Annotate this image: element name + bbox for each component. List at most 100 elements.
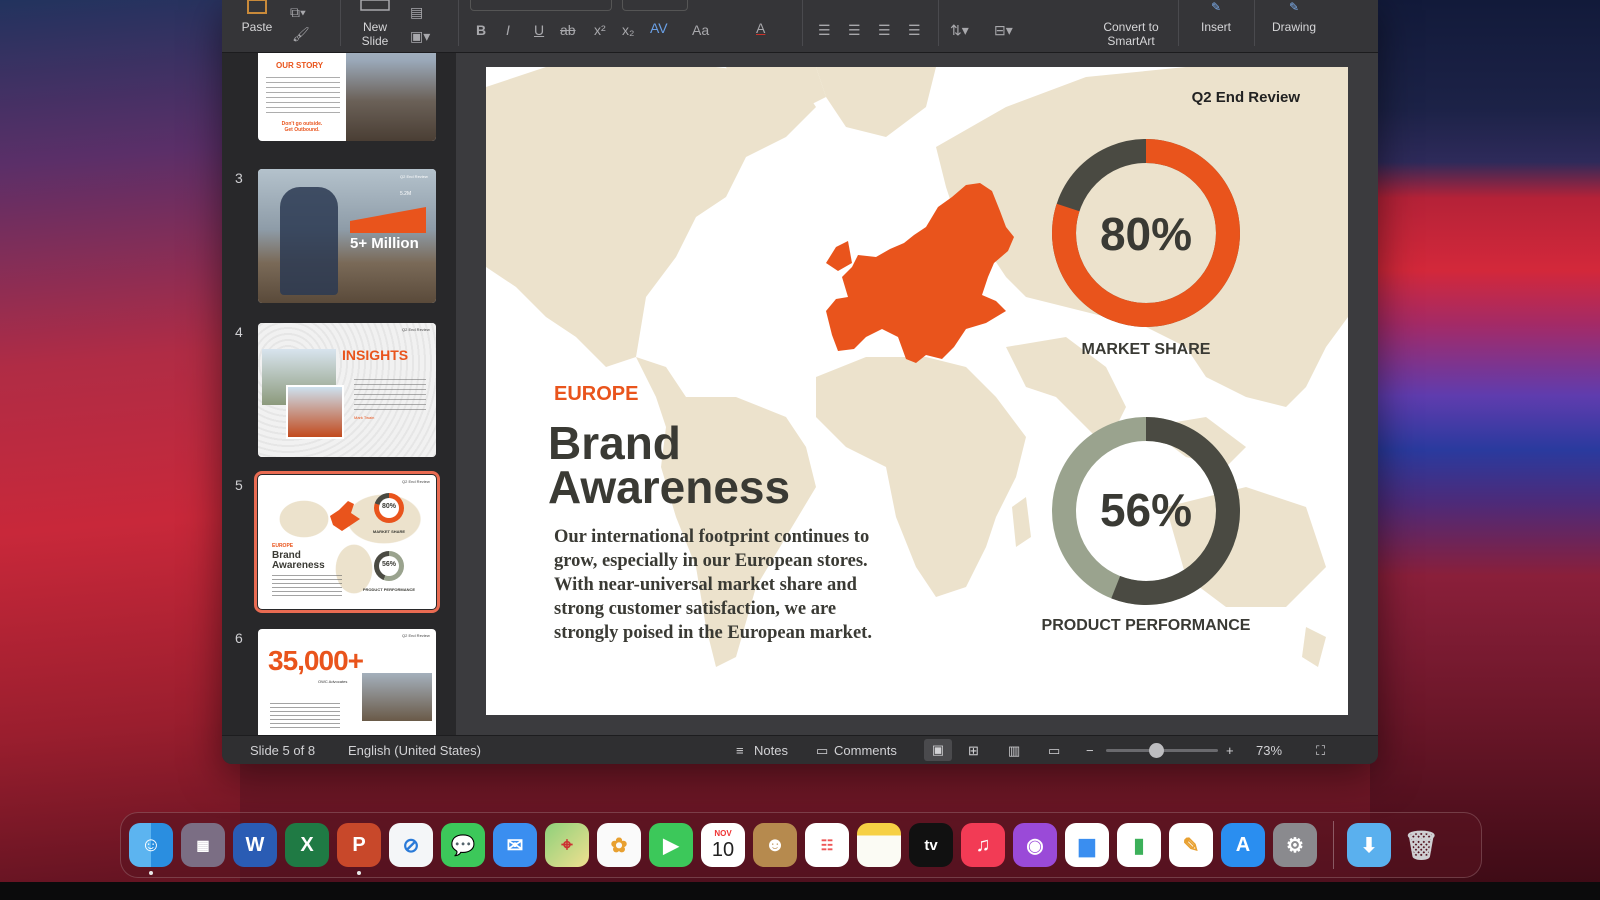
current-slide[interactable]: Q2 End Review EUROPE Brand Awareness Our… <box>486 67 1348 715</box>
cyclist-figure <box>280 187 338 295</box>
convert-to-smartart-button[interactable]: Convert to SmartArt <box>1086 20 1176 48</box>
podcasts-icon[interactable]: ◉ <box>1013 823 1057 867</box>
reminders-icon[interactable]: ☷ <box>805 823 849 867</box>
slide-thumbnail-3[interactable]: 5.2M Q2 End Review 5+ Million <box>258 169 436 303</box>
body-line: With near-universal market share and <box>554 575 857 595</box>
superscript-button[interactable]: x² <box>594 22 606 38</box>
italic-button[interactable]: I <box>506 22 510 38</box>
pages-icon[interactable]: ✎ <box>1169 823 1213 867</box>
notes-button[interactable]: Notes <box>754 743 788 758</box>
paste-button[interactable]: Paste <box>236 20 278 34</box>
normal-view-icon[interactable]: ▣ <box>924 739 952 761</box>
thumb-label-1: MARKET SHARE <box>372 529 406 534</box>
system-preferences-icon[interactable]: ⚙ <box>1273 823 1317 867</box>
thumb-corner: Q2 End Review <box>402 327 430 332</box>
messages-icon[interactable]: 💬 <box>441 823 485 867</box>
new-slide-button[interactable]: New Slide <box>350 20 400 48</box>
slide-body-text: Our international footprint continues to… <box>554 525 872 645</box>
notes-icon[interactable]: ≡ <box>736 743 744 758</box>
slide-thumbnail-5-selected[interactable]: EUROPE Brand Awareness 80% MARKET SHARE … <box>254 471 440 613</box>
slide-thumbnail-pane[interactable]: OUR STORY Don't go outside. Get Outbound… <box>222 53 457 735</box>
slide-number-3: 3 <box>235 170 243 186</box>
align-text-icon[interactable]: ⊟▾ <box>994 22 1013 39</box>
copy-icon[interactable]: ⧉▾ <box>290 4 306 21</box>
strikethrough-button[interactable]: ab <box>560 22 576 38</box>
format-painter-icon[interactable]: 🖌 <box>292 26 310 43</box>
align-center-icon[interactable]: ☰ <box>848 22 861 39</box>
paste-icon[interactable] <box>236 0 278 14</box>
screen-bottom-edge <box>0 882 1600 900</box>
tv-label: tv <box>924 836 938 854</box>
insert-button[interactable]: Insert <box>1188 20 1244 34</box>
character-spacing-button[interactable]: AV <box>650 20 668 36</box>
keynote-icon[interactable]: ▆ <box>1065 823 1109 867</box>
fit-to-window-icon[interactable]: ⛶ <box>1316 743 1325 759</box>
font-size-field[interactable] <box>622 0 688 11</box>
slideshow-icon[interactable]: ▭ <box>1048 743 1060 759</box>
section-icon[interactable]: ▣▾ <box>410 28 430 45</box>
thumb-corner: Q2 End Review <box>400 174 428 179</box>
trash-icon[interactable]: 🗑 <box>1399 823 1443 867</box>
change-case-button[interactable]: Aa <box>692 22 709 38</box>
comments-button[interactable]: Comments <box>834 743 897 758</box>
new-slide-icon[interactable] <box>350 0 400 14</box>
align-right-icon[interactable]: ☰ <box>878 22 891 39</box>
zoom-slider-handle[interactable] <box>1149 743 1165 758</box>
photos-icon[interactable]: ✿ <box>597 823 641 867</box>
thumb-corner: Q2 End Review <box>402 633 430 638</box>
comments-icon[interactable]: ▭ <box>816 743 828 759</box>
dock-separator <box>1333 821 1334 869</box>
language-indicator[interactable]: English (United States) <box>348 743 481 758</box>
music-icon[interactable]: ♫ <box>961 823 1005 867</box>
stat-chart-icon <box>350 207 426 233</box>
drawing-icon[interactable]: ✎ <box>1264 0 1324 14</box>
safari-icon[interactable]: ⊘ <box>389 823 433 867</box>
align-left-icon[interactable]: ☰ <box>818 22 831 39</box>
app-store-icon[interactable]: A <box>1221 823 1265 867</box>
zoom-out-icon[interactable]: − <box>1086 743 1094 758</box>
thumb-footer: Don't go outside. Get Outbound. <box>281 121 323 133</box>
europe-highlight <box>826 183 1014 363</box>
body-line: Our international footprint continues to <box>554 527 870 547</box>
slide-thumbnail-6[interactable]: 35,000+ OWC Advocates Q2 End Review <box>258 629 436 735</box>
slide-editor-canvas[interactable]: Q2 End Review EUROPE Brand Awareness Our… <box>456 53 1378 735</box>
insert-icon[interactable]: ✎ <box>1188 0 1244 14</box>
facetime-icon[interactable]: ▶ <box>649 823 693 867</box>
excel-icon[interactable]: X <box>285 823 329 867</box>
text-direction-icon[interactable]: ⇅▾ <box>950 22 969 39</box>
notes-app-icon[interactable] <box>857 823 901 867</box>
market-share-value: 80% <box>1099 208 1193 260</box>
calendar-icon[interactable]: NOV 10 <box>701 823 745 867</box>
slide-thumbnail-2[interactable]: OUR STORY Don't go outside. Get Outbound… <box>258 53 436 141</box>
slide-header: Q2 End Review <box>1191 89 1300 106</box>
zoom-percentage[interactable]: 73% <box>1256 743 1282 758</box>
calendar-month: NOV <box>714 829 732 838</box>
zoom-in-icon[interactable]: + <box>1226 743 1234 758</box>
bold-button[interactable]: B <box>476 22 486 38</box>
slide-sorter-icon[interactable]: ⊞ <box>968 743 979 759</box>
tv-icon[interactable]: tv <box>909 823 953 867</box>
downloads-folder-icon[interactable]: ⬇ <box>1347 823 1391 867</box>
slide-thumbnail-4[interactable]: INSIGHTS Mark Twain Q2 End Review <box>258 323 436 457</box>
font-color-button[interactable]: A <box>756 20 765 36</box>
drawing-button[interactable]: Drawing <box>1264 20 1324 34</box>
justify-icon[interactable]: ☰ <box>908 22 921 39</box>
mail-icon[interactable]: ✉ <box>493 823 537 867</box>
numbers-icon[interactable]: ▮ <box>1117 823 1161 867</box>
powerpoint-icon[interactable]: P <box>337 823 381 867</box>
subscript-button[interactable]: x₂ <box>622 22 634 38</box>
thumb-chip: 5.2M <box>400 191 412 197</box>
font-name-field[interactable] <box>470 0 612 11</box>
contacts-icon[interactable]: ☻ <box>753 823 797 867</box>
layout-icon[interactable]: ▤ <box>410 4 423 21</box>
launchpad-icon[interactable]: ▦ <box>181 823 225 867</box>
reading-view-icon[interactable]: ▥ <box>1008 743 1020 759</box>
word-icon[interactable]: W <box>233 823 277 867</box>
ribbon-divider <box>340 0 341 46</box>
underline-button[interactable]: U <box>534 22 544 38</box>
finder-icon[interactable]: ☺ <box>129 823 173 867</box>
slide-title-line-1: Brand <box>548 417 681 469</box>
ribbon-divider <box>938 0 939 46</box>
maps-icon[interactable]: ⌖ <box>545 823 589 867</box>
ribbon-divider <box>458 0 459 46</box>
